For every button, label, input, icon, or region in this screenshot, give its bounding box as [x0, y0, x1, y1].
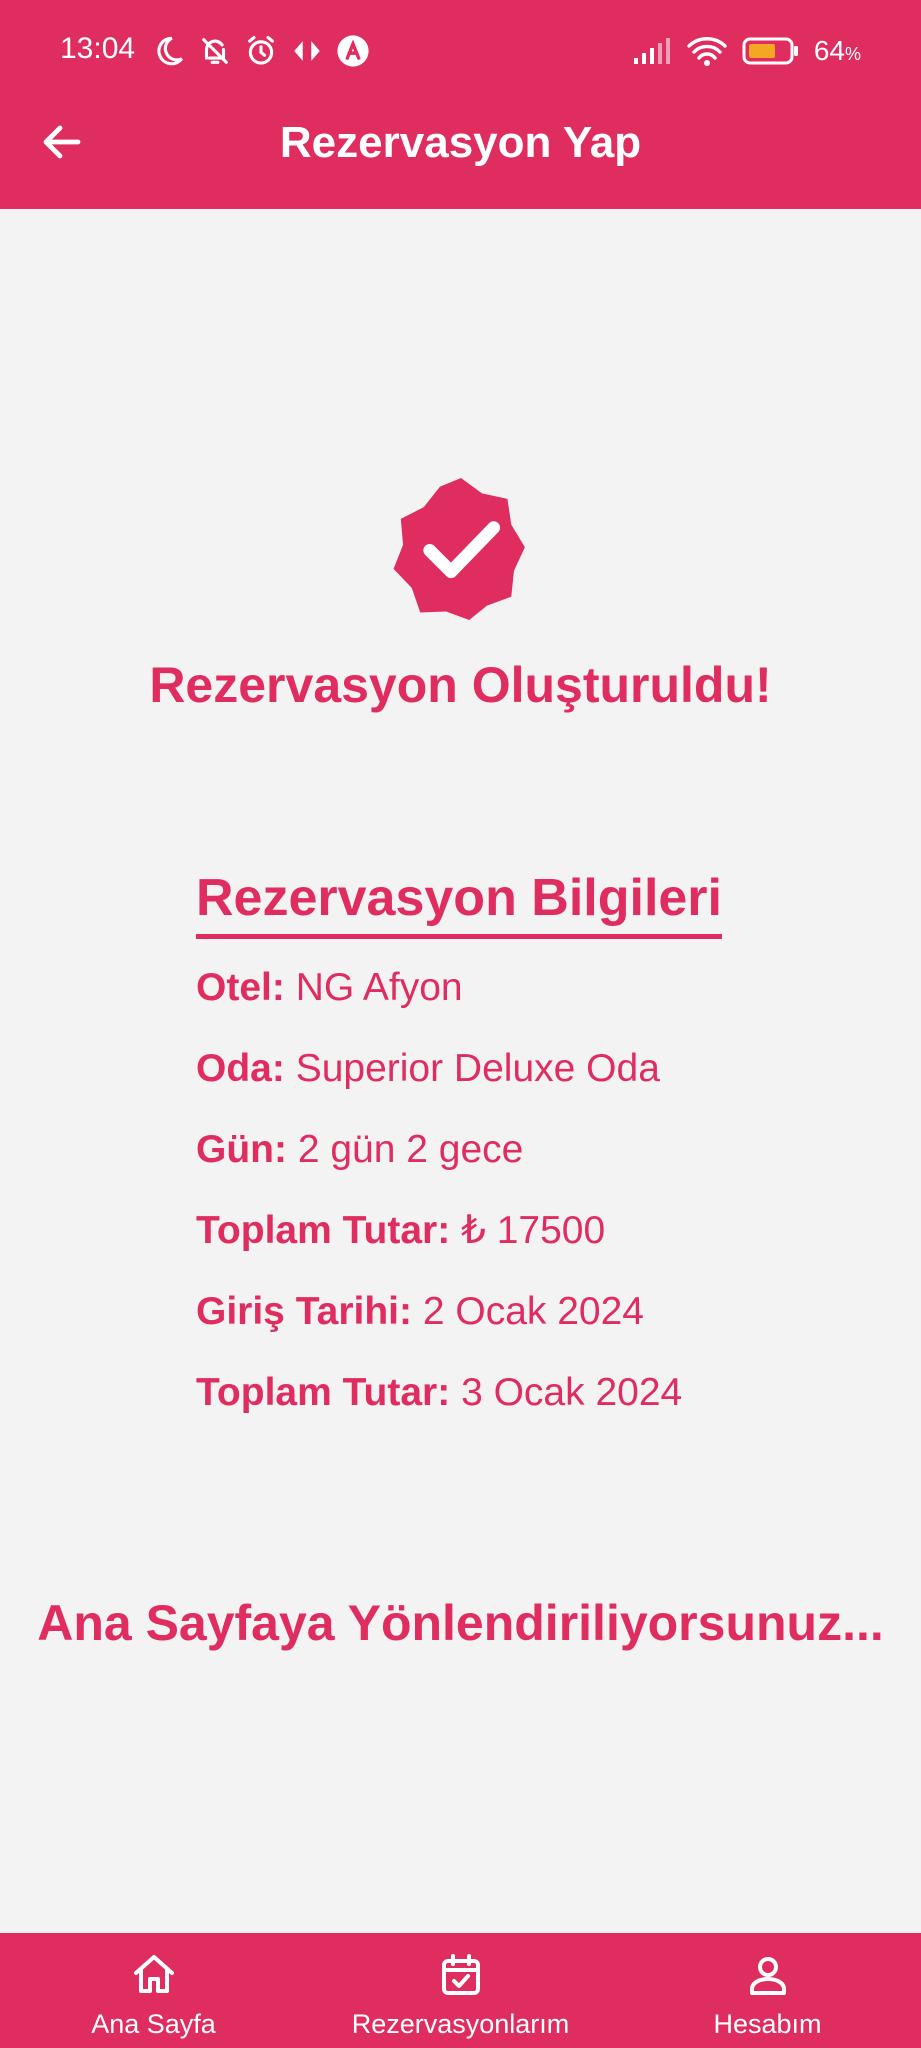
calendar-check-icon	[441, 1954, 480, 1995]
nav-item-reservations[interactable]: Rezervasyonlarım	[307, 1933, 614, 2048]
detail-value: NG Afyon	[295, 966, 463, 1009]
detail-label: Giriş Tarihi:	[196, 1290, 412, 1333]
moon-icon	[157, 36, 183, 66]
detail-value: Superior Deluxe Oda	[295, 1047, 660, 1090]
carrefour-icon	[294, 41, 320, 61]
page-title: Rezervasyon Yap	[279, 118, 642, 167]
detail-row-room: Oda: Superior Deluxe Oda	[196, 1028, 722, 1109]
detail-label: Otel:	[196, 966, 285, 1009]
reservation-details: Rezervasyon Bilgileri Otel: NG Afyon Oda…	[196, 868, 722, 1433]
home-icon	[133, 1955, 174, 1993]
battery-value: 64	[813, 35, 845, 66]
details-list: Otel: NG Afyon Oda: Superior Deluxe Oda …	[196, 947, 722, 1433]
bell-off-icon	[202, 38, 228, 64]
detail-row-checkin: Giriş Tarihi: 2 Ocak 2024	[196, 1271, 722, 1352]
detail-value: ₺ 17500	[461, 1209, 606, 1252]
status-system-icons: 64%	[632, 34, 861, 68]
detail-label: Gün:	[196, 1128, 287, 1171]
status-notification-icons	[152, 34, 370, 68]
nav-label: Hesabım	[713, 2009, 822, 2039]
status-bar: 13:04 64%	[0, 0, 921, 105]
detail-value: 2 Ocak 2024	[422, 1290, 644, 1333]
details-heading: Rezervasyon Bilgileri	[196, 868, 722, 939]
nav-label: Rezervasyonlarım	[351, 2009, 570, 2039]
wifi-icon	[687, 37, 727, 66]
app-a-icon	[337, 35, 369, 67]
status-time: 13:04	[60, 32, 136, 65]
nav-item-home[interactable]: Ana Sayfa	[0, 1933, 307, 2048]
battery-icon	[742, 37, 798, 65]
signal-icon	[633, 38, 670, 64]
detail-row-hotel: Otel: NG Afyon	[196, 947, 722, 1028]
person-icon	[749, 1957, 786, 1995]
detail-label: Toplam Tutar:	[196, 1209, 451, 1252]
battery-unit: %	[844, 44, 861, 64]
nav-label: Ana Sayfa	[91, 2009, 216, 2039]
battery-percentage: 64%	[814, 35, 861, 67]
detail-label: Oda:	[196, 1047, 285, 1090]
alarm-icon	[248, 35, 274, 65]
detail-value: 2 gün 2 gece	[297, 1128, 524, 1171]
confirmation-message: Rezervasyon Oluşturuldu!	[149, 657, 772, 713]
redirect-message: Ana Sayfaya Yönlendiriliyorsunuz...	[37, 1595, 884, 1651]
app-bar: 13:04 64% Rezervasyon Yap	[0, 0, 921, 209]
detail-row-days: Gün: 2 gün 2 gece	[196, 1109, 722, 1190]
detail-row-checkout: Toplam Tutar: 3 Ocak 2024	[196, 1352, 722, 1433]
detail-row-total: Toplam Tutar: ₺ 17500	[196, 1190, 722, 1271]
detail-value: 3 Ocak 2024	[461, 1371, 683, 1414]
bottom-navigation: Ana Sayfa Rezervasyonlarım Hesabım	[0, 1933, 921, 2048]
detail-label: Toplam Tutar:	[196, 1371, 451, 1414]
verified-badge-icon	[393, 478, 525, 620]
nav-item-account[interactable]: Hesabım	[614, 1933, 921, 2048]
